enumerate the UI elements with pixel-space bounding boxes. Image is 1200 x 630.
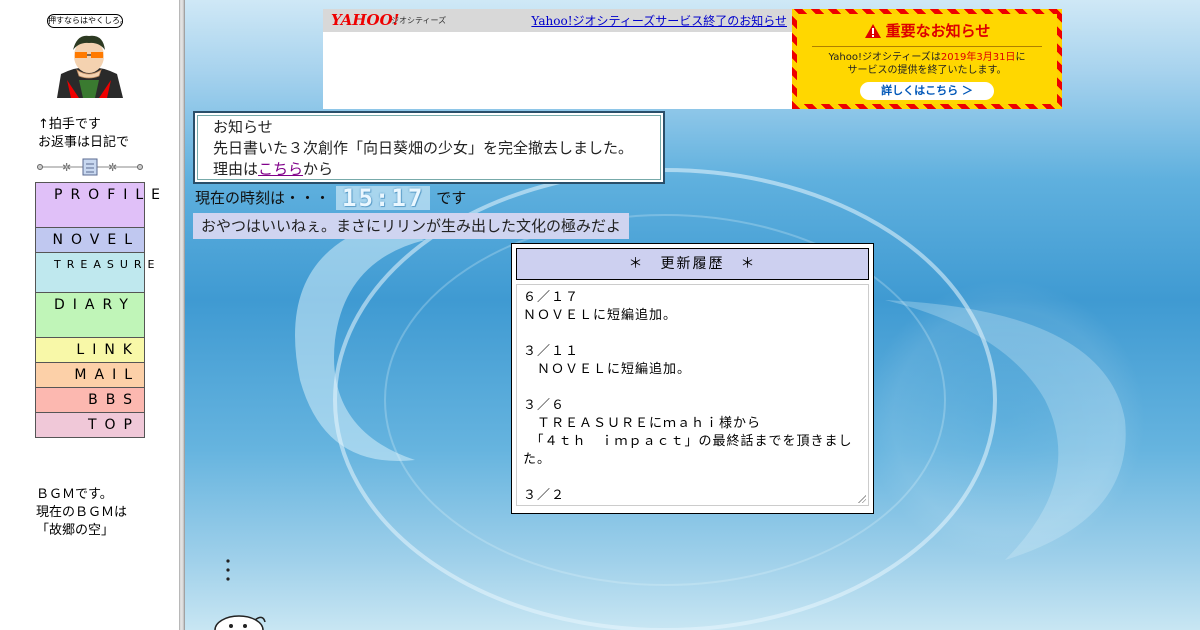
history-entry: ６／１７ ＮＯＶＥＬに短編追加。 — [523, 290, 678, 323]
important-notice-box: 重要なお知らせ Yahoo!ジオシティーズは2019年3月31日に サービスの提… — [792, 9, 1062, 109]
alert-separator — [812, 46, 1042, 47]
alert-body: Yahoo!ジオシティーズは2019年3月31日に サービスの提供を終了いたしま… — [828, 52, 1026, 76]
vertical-ellipsis-icon — [226, 559, 230, 581]
notice-line2: 理由はこちらから — [213, 160, 334, 178]
notice-heading: お知らせ — [213, 118, 273, 136]
nav-item-profile[interactable]: PROFILE — [36, 183, 160, 228]
yahoo-geocities-banner: YAHOO! ジオシティーズ Yahoo!ジオシティーズサービス終了のお知らせ — [323, 9, 793, 109]
yahoo-logo: YAHOO! — [331, 11, 400, 29]
textarea-resize-grip[interactable] — [858, 495, 866, 503]
quote-banner: おやつはいいねぇ。まさにリリンが生み出した文化の極みだよ — [193, 213, 630, 239]
svg-text:✲: ✲ — [108, 161, 117, 174]
important-notice-title: 重要なお知らせ — [797, 14, 1057, 41]
history-entry: ３／６ ＴＲＥＡＳＵＲＥにｍａｈｉ様から 「４ｔｈ ｉｍｐａｃｔ」の最終話までを… — [523, 398, 853, 467]
clap-button[interactable]: 押すならはやくしろ。 — [47, 14, 129, 98]
nav-item-treasure[interactable]: TREASURE — [36, 253, 154, 293]
notice-line1: 先日書いた３次創作「向日葵畑の少女」を完全撤去しました。 — [213, 139, 634, 157]
reason-link[interactable]: こちら — [258, 160, 303, 178]
site-notice-box: お知らせ 先日書いた３次創作「向日葵畑の少女」を完全撤去しました。 理由はこちら… — [193, 111, 665, 184]
clock-row: 現在の時刻は・・・ 15:17 です — [195, 186, 466, 210]
character-avatar-icon — [57, 35, 123, 98]
clock-prefix: 現在の時刻は・・・ — [195, 189, 331, 207]
nav-item-bbs[interactable]: BBS — [36, 388, 144, 413]
important-notice-inner: 重要なお知らせ Yahoo!ジオシティーズは2019年3月31日に サービスの提… — [797, 14, 1057, 104]
details-button[interactable]: 詳しくはこちら ＞ — [860, 82, 994, 100]
history-entry: ３／２ ＴＲＥＡＳＵＲＥにｍａｈｉ様から — [523, 488, 566, 503]
ornament-divider-icon: ✲ ✲ — [37, 158, 143, 176]
clock-suffix: です — [436, 189, 467, 207]
yahoo-logo-subtitle: ジオシティーズ — [391, 16, 447, 25]
update-history-panel: ＊ 更新履歴 ＊ ６／１７ ＮＯＶＥＬに短編追加。 ３／１１ ＮＯＶＥＬに短編追… — [511, 243, 874, 514]
update-history-textarea[interactable]: ６／１７ ＮＯＶＥＬに短編追加。 ３／１１ ＮＯＶＥＬに短編追加。 ３／６ ＴＲ… — [516, 284, 869, 506]
service-end-notice-link[interactable]: Yahoo!ジオシティーズサービス終了のお知らせ — [531, 12, 787, 29]
nav-item-top[interactable]: TOP — [36, 413, 144, 437]
clock-display: 15:17 — [336, 186, 431, 210]
nav-item-link[interactable]: LINK — [36, 338, 144, 363]
clap-speech-bubble: 押すならはやくしろ。 — [47, 14, 128, 28]
yahoo-banner-strip: YAHOO! ジオシティーズ Yahoo!ジオシティーズサービス終了のお知らせ — [323, 9, 793, 32]
main-content-frame: YAHOO! ジオシティーズ Yahoo!ジオシティーズサービス終了のお知らせ … — [185, 0, 1200, 630]
clap-note: ↑拍手です お返事は日記で — [38, 117, 130, 150]
warning-icon — [864, 23, 881, 38]
update-history-title: ＊ 更新履歴 ＊ — [516, 248, 869, 280]
nav-item-diary[interactable]: DIARY — [36, 293, 144, 338]
svg-text:✲: ✲ — [62, 161, 71, 174]
history-entry: ３／１１ ＮＯＶＥＬに短編追加。 — [523, 344, 692, 377]
nav-item-novel[interactable]: NOVEL — [36, 228, 144, 253]
mascot-creature-icon — [214, 615, 266, 630]
left-sidebar-frame: 押すならはやくしろ。 ↑拍手です お返事は日記で ✲ ✲ PROFILE NOV — [0, 0, 180, 630]
bgm-info: ＢＧＭです。 現在のＢＧＭは 「故郷の空」 — [36, 487, 128, 538]
main-nav-menu: PROFILE NOVEL TREASURE DIARY LINK MAIL B… — [35, 182, 160, 438]
nav-item-mail[interactable]: MAIL — [36, 363, 144, 388]
